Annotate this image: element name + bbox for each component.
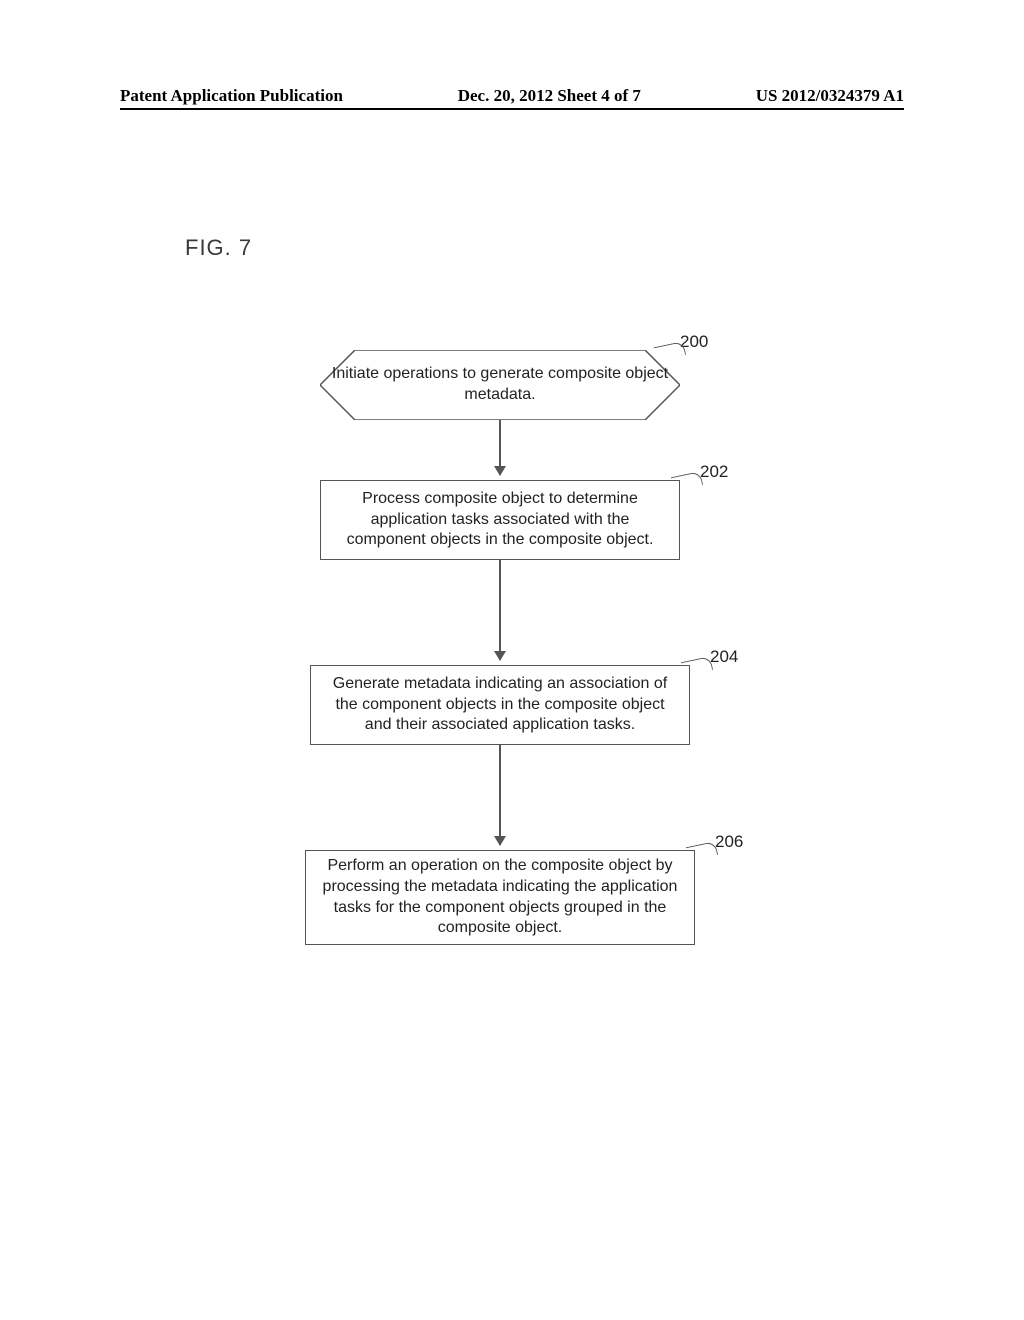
flowchart-node-204-text: Generate metadata indicating an associat… xyxy=(321,674,679,736)
flowchart-node-202: Process composite object to determine ap… xyxy=(320,480,680,560)
ref-204: 204 xyxy=(710,647,738,667)
arrow-204-206 xyxy=(499,745,501,845)
flowchart-node-200-text: Initiate operations to generate composit… xyxy=(330,364,670,406)
figure-label: FIG. 7 xyxy=(185,235,252,261)
header-rule xyxy=(120,108,904,110)
callout-204 xyxy=(681,656,713,676)
ref-206: 206 xyxy=(715,832,743,852)
flowchart-node-206-text: Perform an operation on the composite ob… xyxy=(316,856,684,939)
ref-202: 202 xyxy=(700,462,728,482)
callout-200 xyxy=(654,341,686,361)
callout-202 xyxy=(671,471,703,491)
flowchart-node-202-text: Process composite object to determine ap… xyxy=(331,489,669,551)
header-left: Patent Application Publication xyxy=(120,86,343,106)
header-right: US 2012/0324379 A1 xyxy=(756,86,904,106)
flowchart-node-204: Generate metadata indicating an associat… xyxy=(310,665,690,745)
flowchart-node-200: Initiate operations to generate composit… xyxy=(320,350,680,420)
arrow-202-204 xyxy=(499,560,501,660)
arrow-200-202 xyxy=(499,420,501,475)
page-header: Patent Application Publication Dec. 20, … xyxy=(120,86,904,106)
callout-206 xyxy=(686,841,718,861)
header-center: Dec. 20, 2012 Sheet 4 of 7 xyxy=(458,86,641,106)
flowchart-node-206: Perform an operation on the composite ob… xyxy=(305,850,695,945)
